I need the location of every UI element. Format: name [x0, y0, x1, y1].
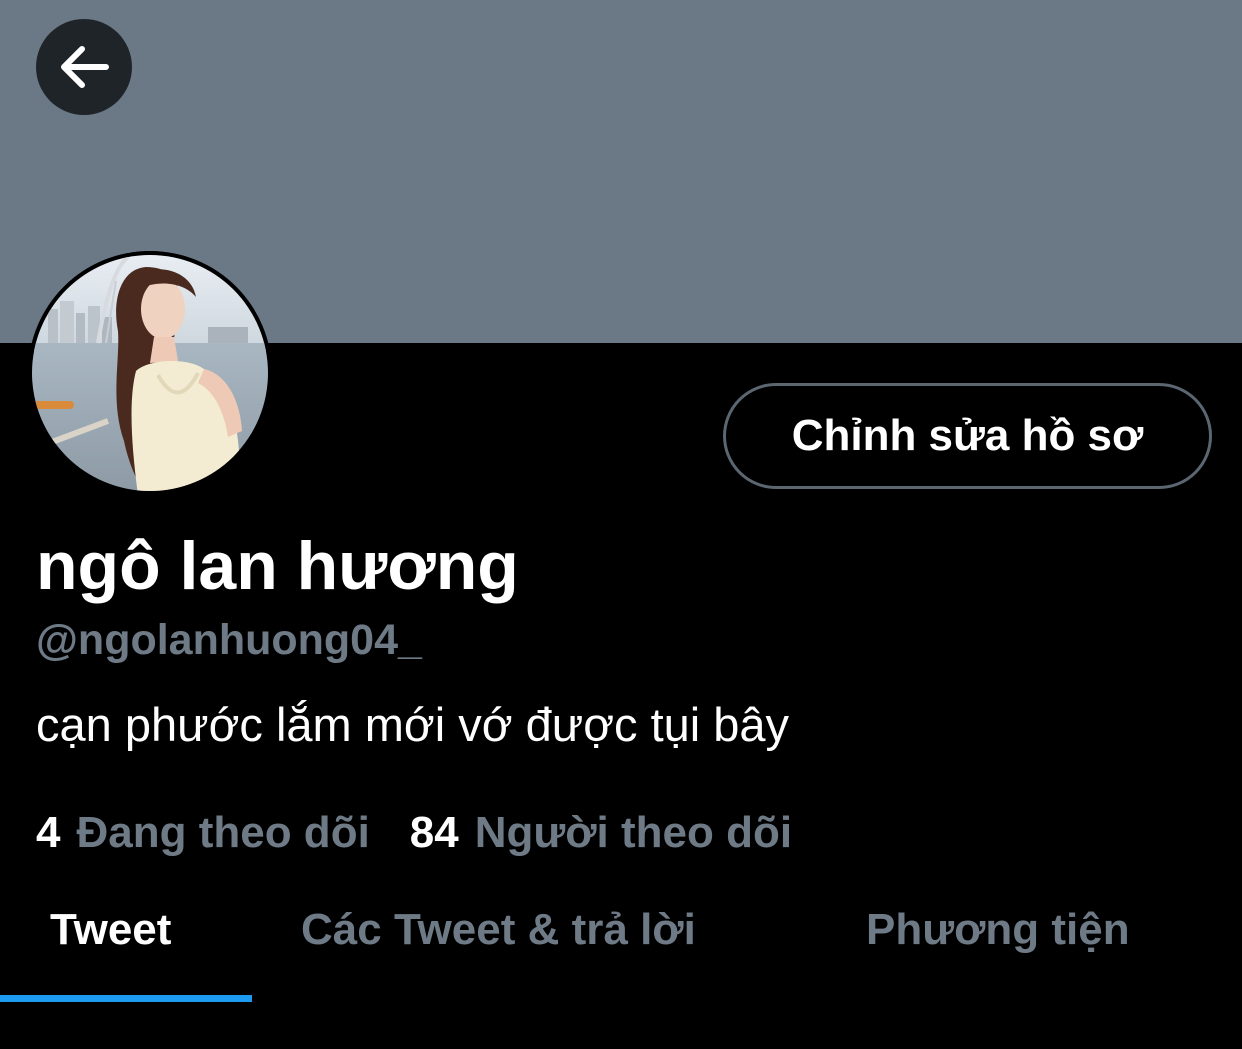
tab-tweets[interactable]: Tweet — [50, 880, 171, 980]
following-count: 4 — [36, 808, 61, 857]
bio: cạn phước lắm mới vớ được tụi bây — [36, 698, 790, 751]
followers-label: Người theo dõi — [474, 808, 793, 857]
followers-link[interactable]: 84 Người theo dõi — [410, 808, 792, 858]
following-label: Đang theo dõi — [76, 808, 370, 857]
tab-tweets-replies-label: Các Tweet & trả lời — [301, 905, 696, 954]
tab-tweets-label: Tweet — [50, 905, 172, 954]
tab-tweets-replies[interactable]: Các Tweet & trả lời — [301, 880, 696, 980]
arrow-left-icon — [58, 45, 110, 89]
profile-tabs: Tweet Các Tweet & trả lời Phương tiện — [0, 880, 1242, 1004]
display-name: ngô lan hương — [36, 528, 519, 604]
follow-stats: 4 Đang theo dõi 84 Người theo dõi — [36, 803, 792, 863]
tab-media[interactable]: Phương tiện — [866, 880, 1130, 980]
user-handle: @ngolanhuong04_ — [36, 616, 422, 664]
followers-count: 84 — [409, 808, 459, 857]
following-link[interactable]: 4 Đang theo dõi — [36, 808, 370, 858]
active-tab-indicator — [0, 995, 252, 1002]
back-button[interactable] — [36, 19, 132, 115]
edit-profile-label: Chỉnh sửa hồ sơ — [791, 411, 1144, 460]
tab-media-label: Phương tiện — [866, 905, 1130, 954]
avatar[interactable] — [28, 251, 272, 495]
edit-profile-button[interactable]: Chỉnh sửa hồ sơ — [723, 383, 1212, 489]
